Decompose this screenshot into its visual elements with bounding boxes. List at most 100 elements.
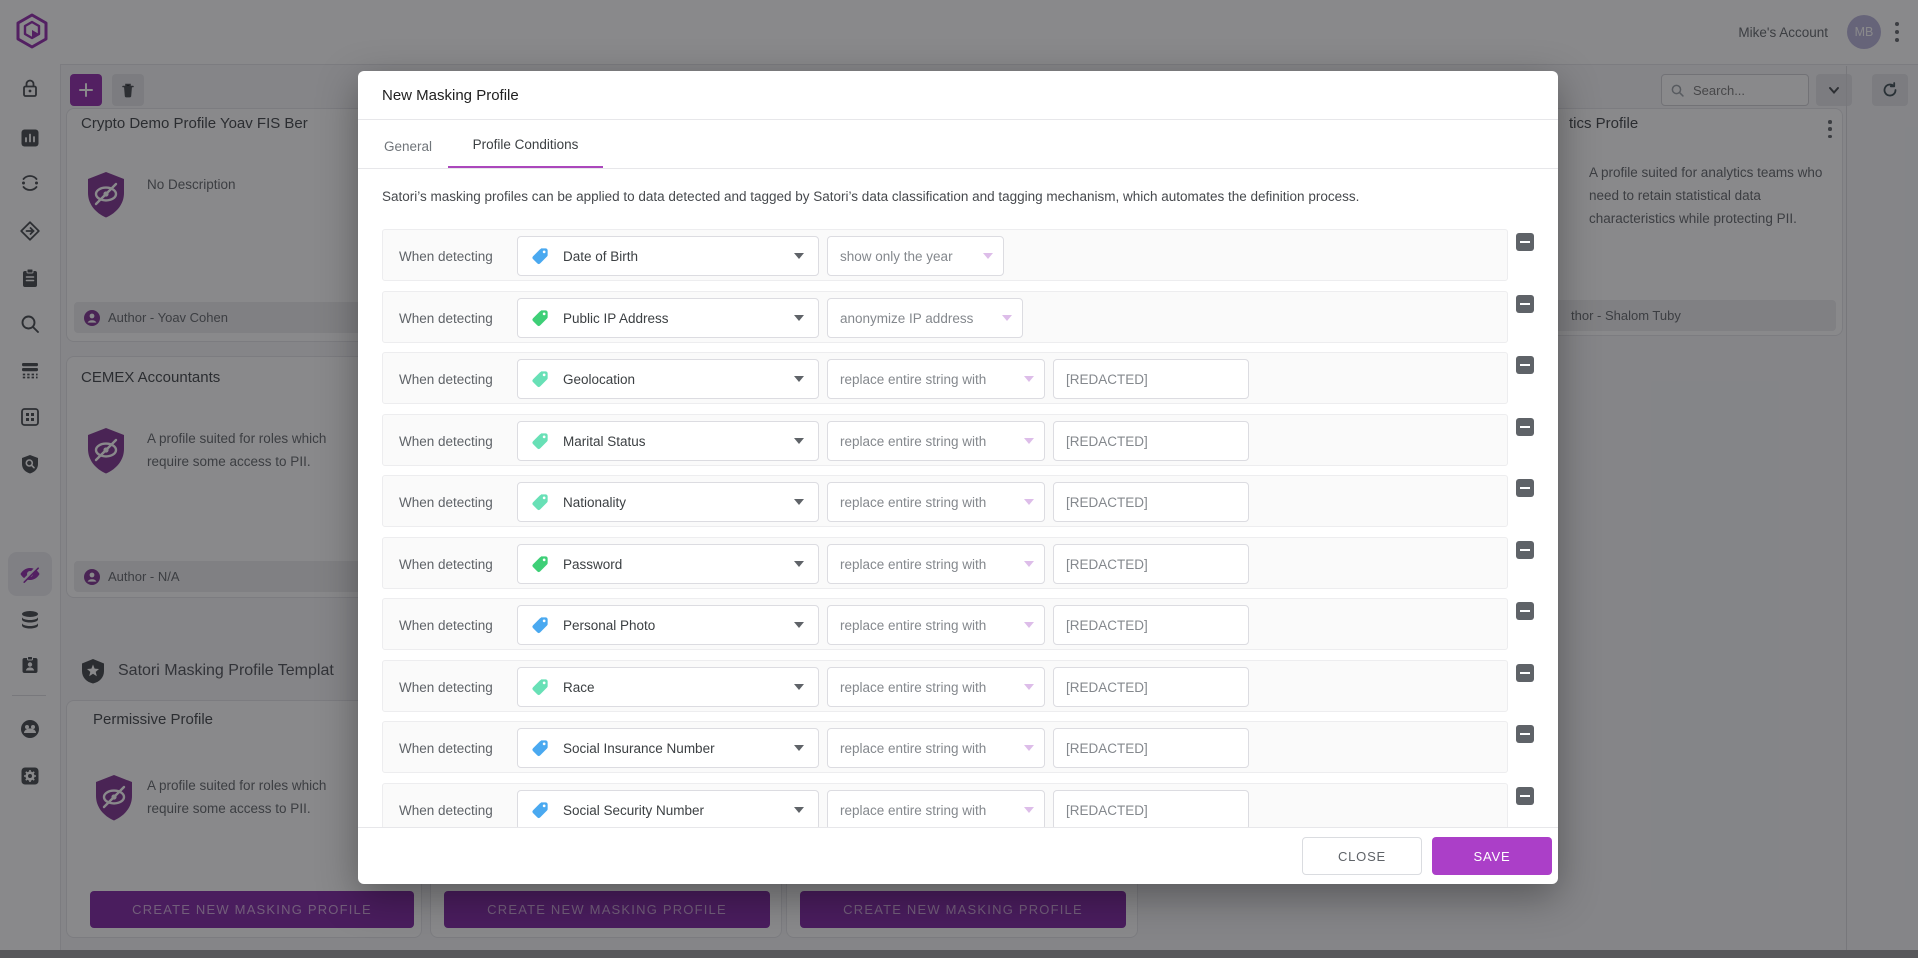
conditions-list: When detecting Date of Birth show only t… [382, 229, 1534, 827]
action-label: replace entire string with [840, 557, 1018, 572]
value-input[interactable] [1053, 421, 1249, 461]
dropdown-caret-icon [794, 807, 804, 813]
tab-general[interactable]: General [368, 123, 448, 169]
dropdown-caret-icon [1024, 438, 1034, 444]
action-select[interactable]: replace entire string with [827, 790, 1045, 827]
minus-icon [1520, 610, 1530, 612]
remove-condition-button[interactable] [1516, 725, 1534, 743]
value-input[interactable] [1053, 359, 1249, 399]
tag-icon [531, 432, 549, 450]
tag-select[interactable]: Public IP Address [517, 298, 819, 338]
action-select[interactable]: replace entire string with [827, 728, 1045, 768]
value-input[interactable] [1053, 667, 1249, 707]
condition-row-box: When detecting Public IP Address anonymi… [382, 291, 1508, 343]
remove-condition-button[interactable] [1516, 541, 1534, 559]
condition-row: When detecting Social Security Number re… [382, 783, 1534, 827]
tag-select[interactable]: Social Security Number [517, 790, 819, 827]
tab-profile-conditions[interactable]: Profile Conditions [448, 123, 603, 169]
condition-row-box: When detecting Personal Photo replace en… [382, 598, 1508, 650]
when-detecting-label: When detecting [399, 784, 493, 827]
value-input[interactable] [1053, 605, 1249, 645]
remove-condition-button[interactable] [1516, 787, 1534, 805]
tag-icon [531, 616, 549, 634]
tag-label: Social Security Number [563, 803, 794, 818]
action-select[interactable]: show only the year [827, 236, 1004, 276]
tag-select[interactable]: Social Insurance Number [517, 728, 819, 768]
condition-row: When detecting Password replace entire s… [382, 537, 1534, 589]
minus-icon [1520, 426, 1530, 428]
condition-row-box: When detecting Nationality replace entir… [382, 475, 1508, 527]
value-input[interactable] [1053, 482, 1249, 522]
remove-condition-button[interactable] [1516, 233, 1534, 251]
tag-select[interactable]: Geolocation [517, 359, 819, 399]
condition-row-box: When detecting Social Insurance Number r… [382, 721, 1508, 773]
condition-row-box: When detecting Password replace entire s… [382, 537, 1508, 589]
new-masking-profile-modal: New Masking Profile General Profile Cond… [358, 71, 1558, 884]
modal-title: New Masking Profile [382, 87, 519, 104]
remove-condition-button[interactable] [1516, 418, 1534, 436]
action-label: show only the year [840, 249, 977, 264]
dropdown-caret-icon [794, 438, 804, 444]
action-select[interactable]: replace entire string with [827, 421, 1045, 461]
remove-condition-button[interactable] [1516, 356, 1534, 374]
action-select[interactable]: replace entire string with [827, 544, 1045, 584]
dropdown-caret-icon [794, 376, 804, 382]
minus-icon [1520, 672, 1530, 674]
minus-icon [1520, 549, 1530, 551]
tag-label: Password [563, 557, 794, 572]
condition-row: When detecting Nationality replace entir… [382, 475, 1534, 527]
remove-condition-button[interactable] [1516, 602, 1534, 620]
remove-condition-button[interactable] [1516, 479, 1534, 497]
action-select[interactable]: replace entire string with [827, 605, 1045, 645]
when-detecting-label: When detecting [399, 230, 493, 282]
modal-header-divider [358, 119, 1558, 120]
action-select[interactable]: replace entire string with [827, 359, 1045, 399]
remove-condition-button[interactable] [1516, 295, 1534, 313]
tag-label: Public IP Address [563, 311, 794, 326]
dropdown-caret-icon [1002, 315, 1012, 321]
save-button[interactable]: SAVE [1432, 837, 1552, 875]
action-label: replace entire string with [840, 372, 1018, 387]
tabs-divider [358, 168, 1558, 169]
close-button[interactable]: CLOSE [1302, 837, 1422, 875]
action-label: replace entire string with [840, 618, 1018, 633]
when-detecting-label: When detecting [399, 476, 493, 528]
condition-row: When detecting Geolocation replace entir… [382, 352, 1534, 404]
tag-select[interactable]: Date of Birth [517, 236, 819, 276]
tag-select[interactable]: Personal Photo [517, 605, 819, 645]
minus-icon [1520, 303, 1530, 305]
action-select[interactable]: replace entire string with [827, 667, 1045, 707]
dropdown-caret-icon [1024, 807, 1034, 813]
tag-icon [531, 678, 549, 696]
action-label: replace entire string with [840, 680, 1018, 695]
dropdown-caret-icon [983, 253, 993, 259]
tag-icon [531, 801, 549, 819]
tag-label: Race [563, 680, 794, 695]
remove-condition-button[interactable] [1516, 664, 1534, 682]
when-detecting-label: When detecting [399, 292, 493, 344]
action-select[interactable]: anonymize IP address [827, 298, 1023, 338]
when-detecting-label: When detecting [399, 599, 493, 651]
condition-row-box: When detecting Geolocation replace entir… [382, 352, 1508, 404]
dropdown-caret-icon [1024, 499, 1034, 505]
when-detecting-label: When detecting [399, 661, 493, 713]
tag-label: Date of Birth [563, 249, 794, 264]
dropdown-caret-icon [1024, 622, 1034, 628]
value-input[interactable] [1053, 790, 1249, 827]
tag-select[interactable]: Nationality [517, 482, 819, 522]
tag-select[interactable]: Password [517, 544, 819, 584]
value-input[interactable] [1053, 728, 1249, 768]
action-label: anonymize IP address [840, 311, 996, 326]
condition-row: When detecting Social Insurance Number r… [382, 721, 1534, 773]
condition-row-box: When detecting Race replace entire strin… [382, 660, 1508, 712]
tag-icon [531, 739, 549, 757]
condition-row: When detecting Race replace entire strin… [382, 660, 1534, 712]
tag-select[interactable]: Marital Status [517, 421, 819, 461]
action-select[interactable]: replace entire string with [827, 482, 1045, 522]
action-label: replace entire string with [840, 495, 1018, 510]
tag-select[interactable]: Race [517, 667, 819, 707]
dropdown-caret-icon [794, 622, 804, 628]
when-detecting-label: When detecting [399, 415, 493, 467]
value-input[interactable] [1053, 544, 1249, 584]
tag-label: Nationality [563, 495, 794, 510]
